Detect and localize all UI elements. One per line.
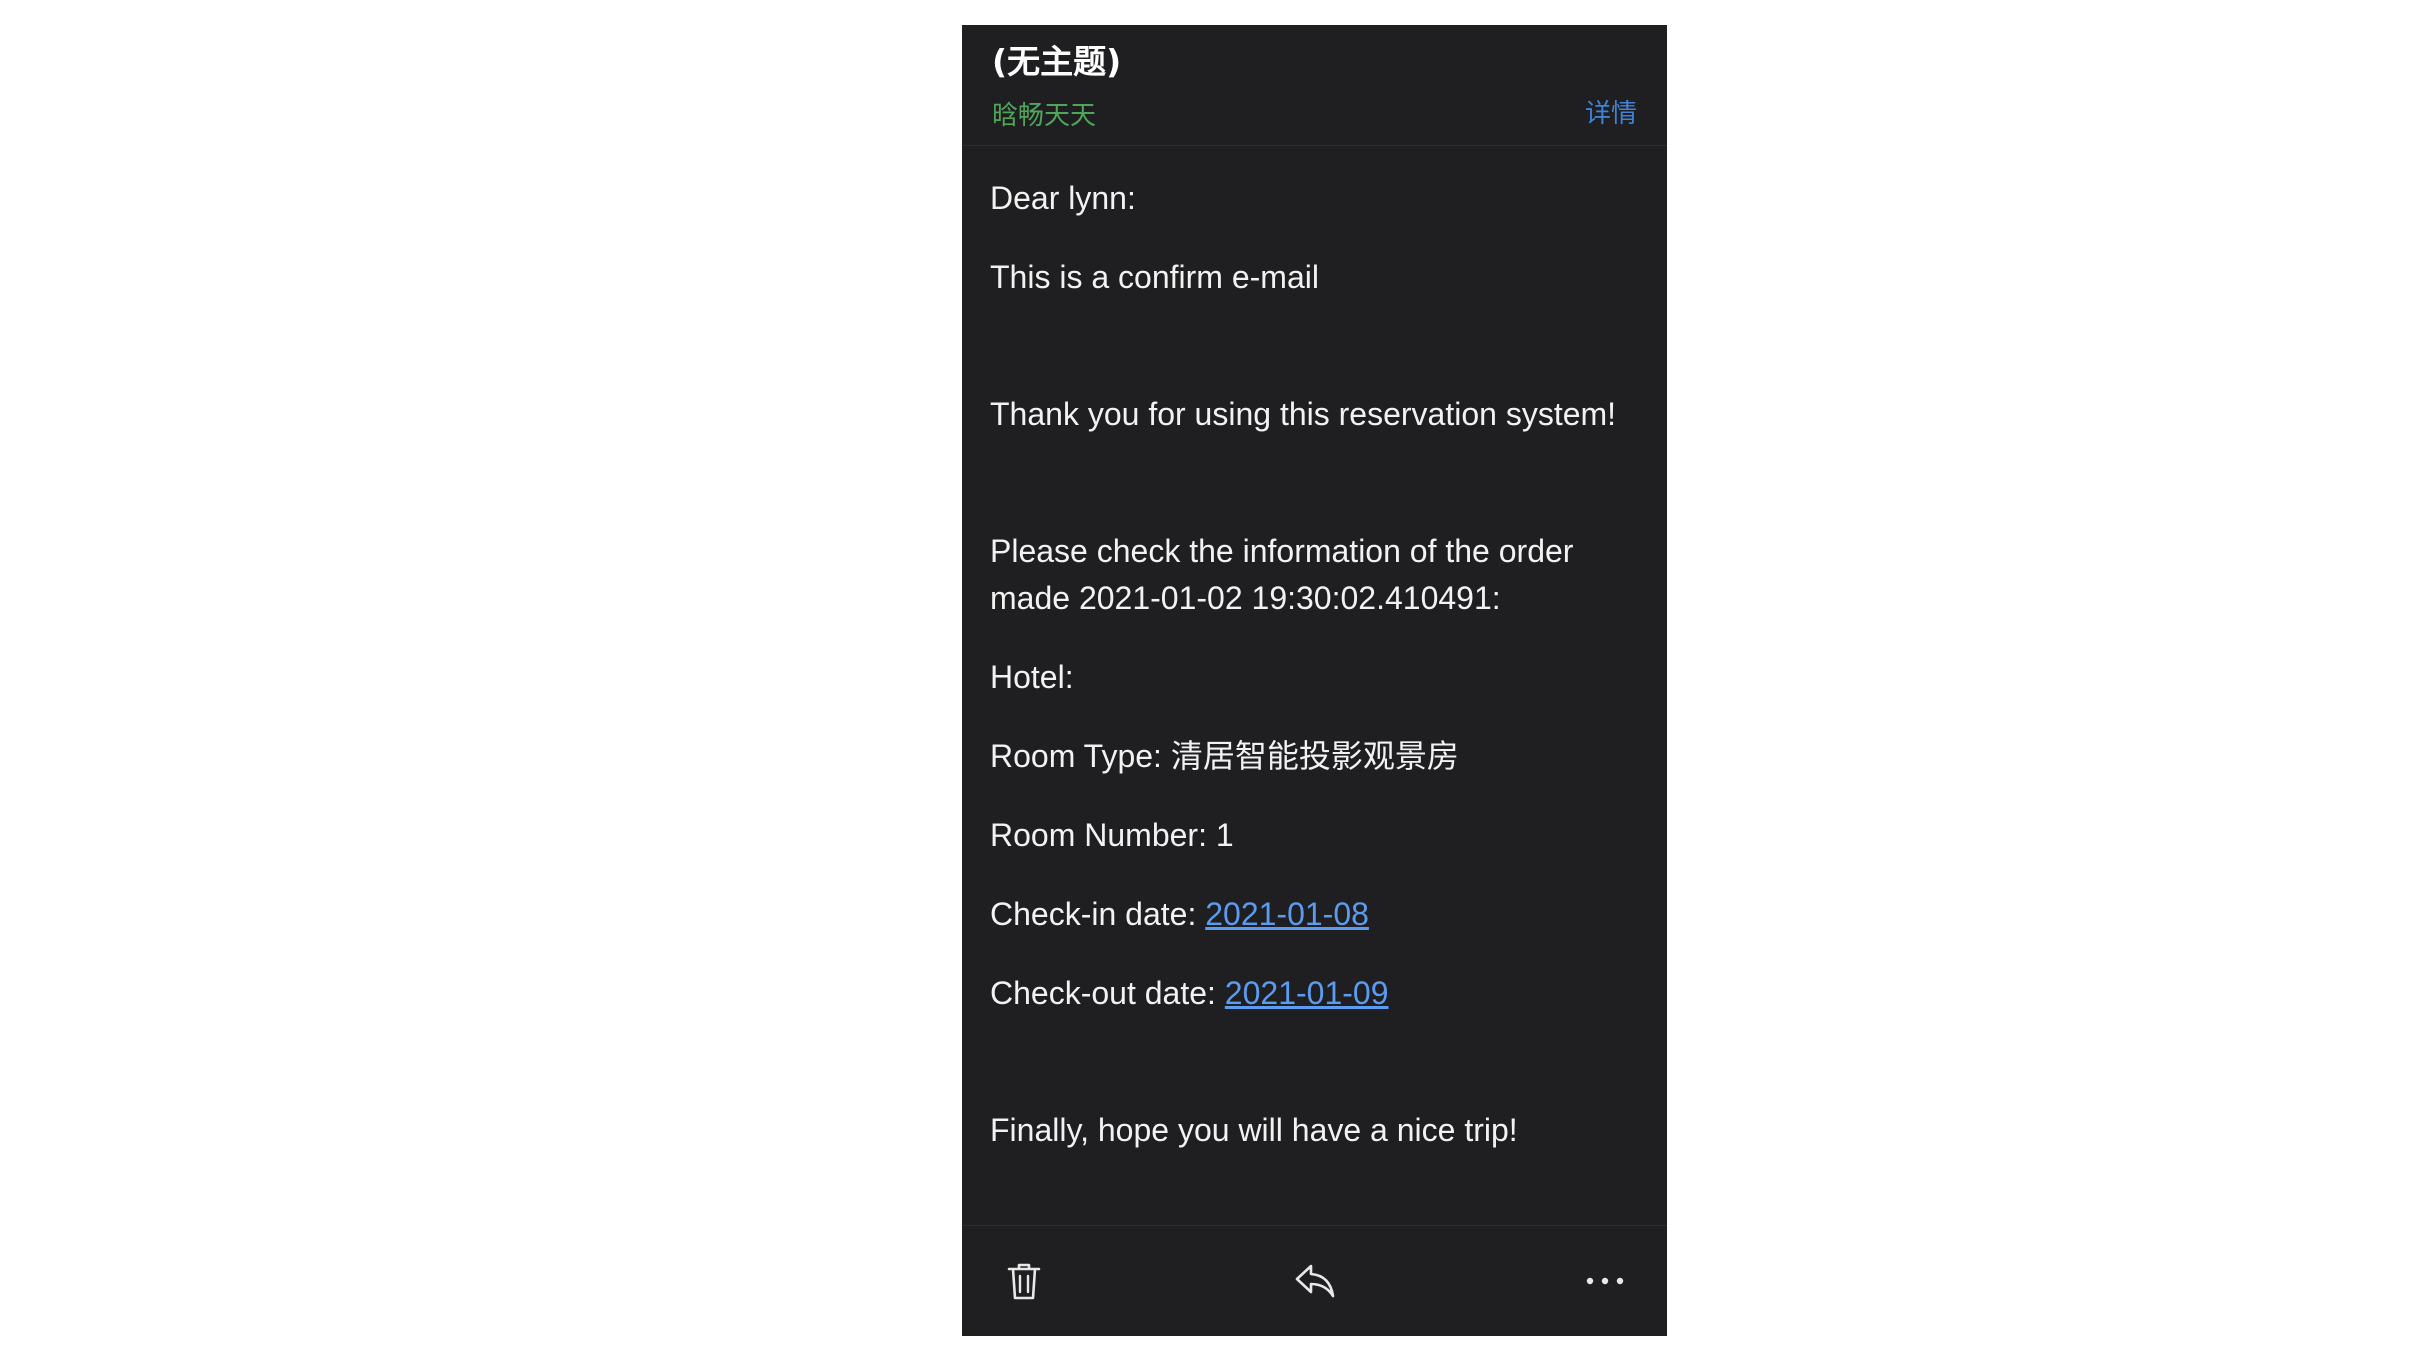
room-number-line: Room Number: 1 [990,817,1234,853]
more-icon [1586,1277,1624,1285]
sender-name[interactable]: 晗畅天天 [992,95,1096,132]
room-type-label: Room Type: [990,738,1171,774]
checkout-line: Check-out date: 2021-01-09 [990,970,1650,1017]
hotel-line: Hotel: [990,659,1074,695]
room-type-line: Room Type: 清居智能投影观景房 [990,733,1650,780]
checkin-line: Check-in date: 2021-01-08 [990,891,1650,938]
reply-button[interactable] [1285,1251,1345,1311]
thanks-line: Thank you for using this reservation sys… [990,396,1617,432]
bottom-toolbar [962,1225,1667,1336]
reply-icon [1295,1264,1335,1298]
checkout-date-link[interactable]: 2021-01-09 [1225,975,1389,1011]
email-subject: (无主题) [992,42,1122,81]
delete-button[interactable] [994,1251,1054,1311]
checkin-date-link[interactable]: 2021-01-08 [1205,896,1369,932]
trash-icon [1007,1263,1041,1300]
more-button[interactable] [1575,1251,1635,1311]
check-line: Please check the information of the orde… [990,533,1574,616]
email-view: (无主题) 晗畅天天 详情 Dear lynn: This is a confi… [962,25,1667,1336]
closing-line: Finally, hope you will have a nice trip! [990,1112,1518,1148]
greeting-line: Dear lynn: [990,180,1136,216]
room-type-value: 清居智能投影观景房 [1170,737,1459,775]
checkin-label: Check-in date: [990,896,1206,932]
checkout-label: Check-out date: [990,975,1225,1011]
email-body: Dear lynn: This is a confirm e-mail Than… [990,175,1650,1186]
details-link[interactable]: 详情 [1585,93,1637,130]
email-header: (无主题) 晗畅天天 详情 [962,25,1667,146]
confirm-line: This is a confirm e-mail [990,259,1319,295]
